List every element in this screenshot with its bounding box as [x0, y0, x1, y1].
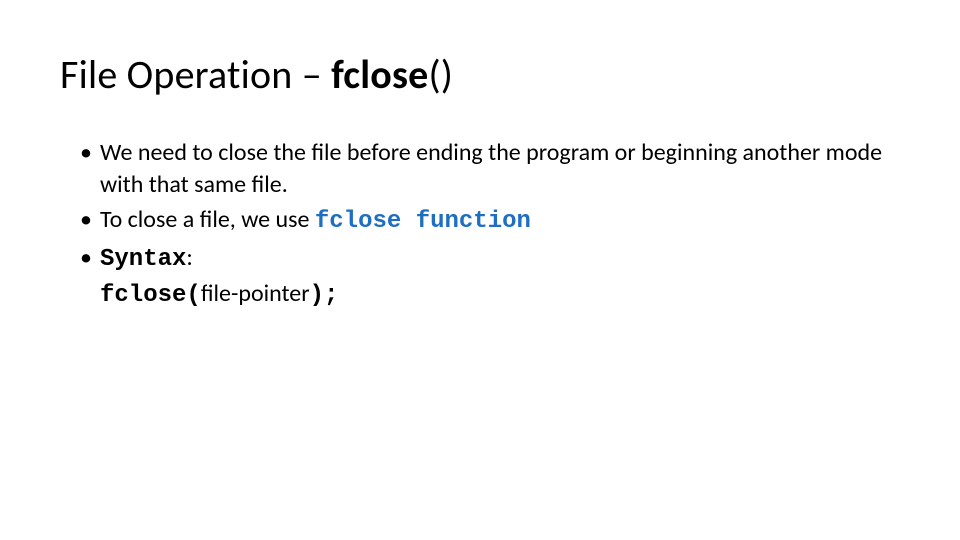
syntax-colon: :: [186, 243, 192, 272]
bullet-2-code: fclose function: [315, 208, 531, 235]
bullet-3: Syntax: fclose(file-pointer);: [80, 242, 900, 311]
bullet-2: To close a file, we use fclose function: [80, 204, 900, 238]
bullet-1: We need to close the file before ending …: [80, 137, 900, 200]
slide-title: File Operation – fclose(): [60, 50, 900, 99]
bullet-list: We need to close the file before ending …: [80, 137, 900, 311]
syntax-close: );: [310, 282, 339, 309]
syntax-label: Syntax: [100, 246, 186, 273]
syntax-line: fclose(file-pointer);: [100, 278, 900, 312]
title-prefix: File Operation –: [60, 50, 331, 99]
title-fn: fclose: [331, 50, 428, 99]
bullet-2-lead: To close a file, we use: [100, 205, 315, 234]
bullet-1-text: We need to close the file before ending …: [100, 138, 882, 199]
syntax-open: fclose(: [100, 282, 201, 309]
slide: File Operation – fclose() We need to clo…: [0, 0, 960, 540]
title-suffix: (): [428, 50, 453, 99]
syntax-arg: file-pointer: [201, 279, 310, 308]
